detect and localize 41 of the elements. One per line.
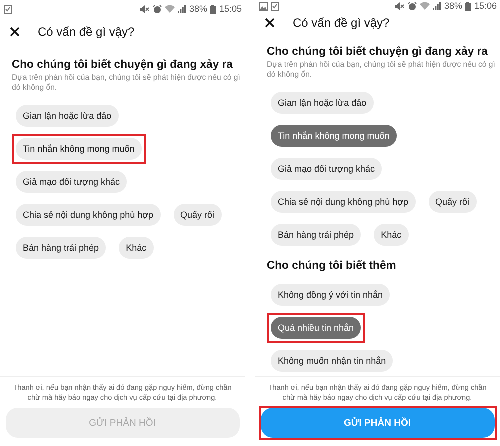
option-chip[interactable]: Quấy rối (428, 191, 477, 213)
battery-icon (210, 4, 216, 14)
checklist-icon (4, 4, 12, 14)
option-chip[interactable]: Không đồng ý với tin nhắn (271, 284, 390, 306)
mute-icon (395, 2, 406, 11)
signal-icon (178, 5, 186, 13)
option-chip[interactable]: Khác (374, 224, 409, 246)
checklist-icon (271, 2, 279, 11)
option-chip[interactable]: Bán hàng trái phép (271, 224, 362, 246)
mute-icon (140, 4, 150, 14)
alarm-icon (408, 2, 418, 11)
option-chip[interactable]: Gian lận hoặc lừa đảo (16, 105, 119, 127)
option-chip[interactable]: Tin nhắn không mong muốn (271, 125, 397, 147)
battery-icon (465, 2, 472, 11)
image-icon (259, 2, 268, 11)
option-chip[interactable]: Bán hàng trái phép (16, 237, 106, 259)
option-chip[interactable]: Chia sẻ nội dung không phù hợp (271, 191, 416, 213)
option-chip[interactable]: Khác (119, 237, 154, 259)
option-chip[interactable]: Gian lận hoặc lừa đảo (271, 92, 374, 114)
alarm-icon (153, 4, 162, 14)
battery-percent: 38% (189, 4, 208, 14)
option-chip[interactable]: Giả mạo đối tượng khác (16, 171, 127, 193)
screen-title: Có vấn đề gì vậy? (38, 25, 135, 39)
option-chip[interactable]: Không muốn nhận tin nhắn (271, 350, 394, 372)
option-chip[interactable]: Quấy rối (174, 204, 222, 226)
wifi-icon (165, 5, 176, 13)
screen-title: Có vấn đề gì vậy? (293, 16, 390, 30)
close-icon[interactable] (265, 18, 275, 28)
option-chip[interactable]: Quá nhiều tin nhắn (271, 317, 362, 339)
wifi-icon (420, 2, 430, 10)
clock: 15:06 (474, 1, 497, 12)
signal-icon (433, 2, 442, 10)
option-chip[interactable]: Giả mạo đối tượng khác (271, 158, 382, 180)
section-heading: Cho chúng tôi biết thêm (267, 260, 398, 272)
option-chip[interactable]: Chia sẻ nội dung không phù hợp (16, 204, 160, 226)
close-icon[interactable] (10, 27, 20, 37)
option-chip[interactable]: Tin nhắn không mong muốn (16, 138, 142, 160)
battery-percent: 38% (444, 1, 462, 12)
section-heading: Cho chúng tôi biết chuyện gì đang xảy ra (12, 59, 234, 71)
clock: 15:05 (219, 4, 242, 14)
section-heading: Cho chúng tôi biết chuyện gì đang xảy ra (267, 46, 489, 58)
